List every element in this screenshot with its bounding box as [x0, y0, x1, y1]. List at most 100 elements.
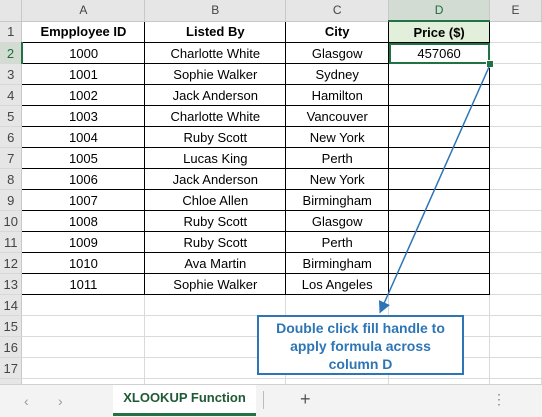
cell-employee-id[interactable]: 1010 — [21, 252, 146, 274]
row-header[interactable]: 15 — [0, 315, 23, 337]
row-header[interactable]: 4 — [0, 84, 23, 106]
cell-listed-by[interactable]: Ava Martin — [144, 252, 287, 274]
cell[interactable] — [489, 315, 542, 337]
cell-city[interactable]: Los Angeles — [285, 273, 390, 295]
cell-price[interactable] — [388, 210, 491, 232]
cell-city[interactable]: New York — [285, 126, 390, 148]
cell-city[interactable]: Perth — [285, 147, 390, 169]
cell-employee-id[interactable]: 1000 — [21, 42, 146, 64]
cell-listed-by[interactable]: Sophie Walker — [144, 63, 287, 85]
add-sheet-button[interactable]: + — [300, 389, 311, 410]
cell-price[interactable] — [388, 231, 491, 253]
cell-listed-by[interactable]: Lucas King — [144, 147, 287, 169]
row-header[interactable]: 17 — [0, 357, 23, 379]
cell[interactable] — [21, 336, 146, 358]
cell-employee-id[interactable]: 1002 — [21, 84, 146, 106]
cell-employee-id[interactable]: 1009 — [21, 231, 146, 253]
select-all-corner[interactable] — [0, 0, 23, 22]
cell[interactable] — [21, 315, 146, 337]
row-header[interactable]: 13 — [0, 273, 23, 295]
cell-listed-by[interactable]: Ruby Scott — [144, 231, 287, 253]
cell[interactable] — [21, 294, 146, 316]
cell-employee-id[interactable]: 1011 — [21, 273, 146, 295]
cell-employee-id[interactable]: 1001 — [21, 63, 146, 85]
cell-city[interactable]: Birmingham — [285, 189, 390, 211]
cell-city[interactable]: Glasgow — [285, 42, 390, 64]
cell-employee-id[interactable]: 1005 — [21, 147, 146, 169]
cell-city[interactable]: Glasgow — [285, 210, 390, 232]
cell[interactable] — [489, 84, 542, 106]
cell[interactable] — [285, 294, 390, 316]
cell[interactable] — [489, 231, 542, 253]
cell[interactable] — [489, 189, 542, 211]
fill-handle[interactable] — [486, 60, 494, 68]
cell-price[interactable] — [388, 252, 491, 274]
cell-employee-id[interactable]: 1003 — [21, 105, 146, 127]
cell-employee-id[interactable]: 1004 — [21, 126, 146, 148]
cell-listed-by[interactable]: Charlotte White — [144, 42, 287, 64]
spreadsheet-grid[interactable]: A B C D E 1 Empployee ID Listed By City … — [0, 0, 542, 384]
cell-city[interactable]: Sydney — [285, 63, 390, 85]
cell-city[interactable]: New York — [285, 168, 390, 190]
cell-listed-by[interactable]: Ruby Scott — [144, 210, 287, 232]
cell[interactable] — [489, 252, 542, 274]
row-header[interactable]: 14 — [0, 294, 23, 316]
cell-employee-id[interactable]: 1007 — [21, 189, 146, 211]
row-header[interactable]: 7 — [0, 147, 23, 169]
row-header[interactable]: 9 — [0, 189, 23, 211]
cell[interactable] — [489, 42, 542, 64]
cell[interactable] — [21, 357, 146, 379]
cell-listed-by[interactable]: Charlotte White — [144, 105, 287, 127]
next-sheet-button[interactable]: › — [58, 393, 63, 409]
header-employee-id[interactable]: Empployee ID — [21, 20, 146, 43]
row-header[interactable]: 3 — [0, 63, 23, 85]
cell-price[interactable]: 457060 — [388, 42, 491, 64]
cell-listed-by[interactable]: Sophie Walker — [144, 273, 287, 295]
cell[interactable] — [489, 21, 542, 43]
cell-price[interactable] — [388, 63, 491, 85]
cell-price[interactable] — [388, 147, 491, 169]
column-header-c[interactable]: C — [285, 0, 390, 22]
row-header[interactable]: 16 — [0, 336, 23, 358]
column-header-e[interactable]: E — [489, 0, 542, 22]
cell-employee-id[interactable]: 1008 — [21, 210, 146, 232]
cell[interactable] — [489, 63, 542, 85]
cell-price[interactable] — [388, 105, 491, 127]
cell[interactable] — [489, 126, 542, 148]
row-header[interactable]: 2 — [0, 42, 23, 64]
row-header[interactable]: 5 — [0, 105, 23, 127]
row-header[interactable]: 10 — [0, 210, 23, 232]
cell-employee-id[interactable]: 1006 — [21, 168, 146, 190]
cell[interactable] — [144, 294, 287, 316]
row-header[interactable]: 8 — [0, 168, 23, 190]
cell[interactable] — [388, 294, 491, 316]
cell[interactable] — [489, 357, 542, 379]
row-header[interactable]: 11 — [0, 231, 23, 253]
cell-listed-by[interactable]: Jack Anderson — [144, 84, 287, 106]
cell[interactable] — [489, 168, 542, 190]
column-header-b[interactable]: B — [144, 0, 287, 22]
cell[interactable] — [489, 147, 542, 169]
cell[interactable] — [489, 273, 542, 295]
column-header-d[interactable]: D — [388, 0, 491, 22]
cell-price[interactable] — [388, 273, 491, 295]
cell-city[interactable]: Perth — [285, 231, 390, 253]
cell-listed-by[interactable]: Chloe Allen — [144, 189, 287, 211]
cell-price[interactable] — [388, 84, 491, 106]
more-options-icon[interactable]: ⋮ — [492, 391, 506, 408]
prev-sheet-button[interactable]: ‹ — [24, 393, 29, 409]
cell-city[interactable]: Hamilton — [285, 84, 390, 106]
cell[interactable] — [489, 210, 542, 232]
row-header[interactable]: 1 — [0, 21, 23, 43]
header-price[interactable]: Price ($) — [388, 20, 491, 43]
cell[interactable] — [489, 336, 542, 358]
cell-city[interactable]: Birmingham — [285, 252, 390, 274]
cell[interactable] — [489, 294, 542, 316]
cell-price[interactable] — [388, 168, 491, 190]
cell-price[interactable] — [388, 189, 491, 211]
row-header[interactable]: 6 — [0, 126, 23, 148]
row-header[interactable]: 12 — [0, 252, 23, 274]
header-listed-by[interactable]: Listed By — [144, 20, 287, 43]
cell-listed-by[interactable]: Jack Anderson — [144, 168, 287, 190]
cell-price[interactable] — [388, 126, 491, 148]
